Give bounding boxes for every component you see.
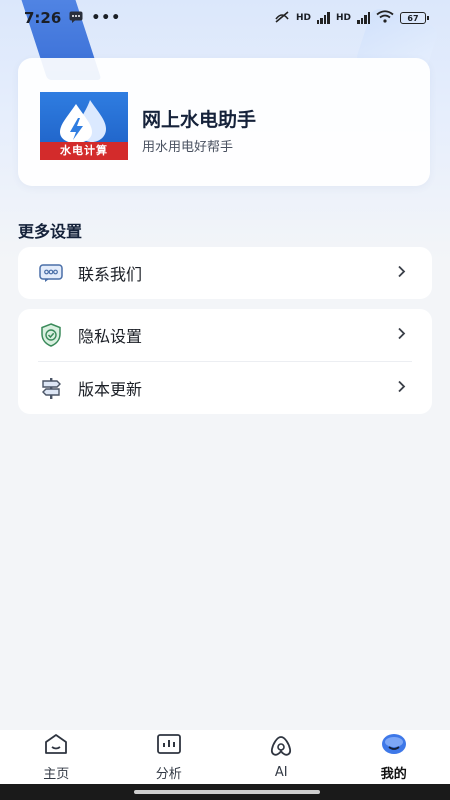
- version-update-label: 版本更新: [78, 380, 143, 399]
- section-title: 更多设置: [18, 218, 100, 245]
- privacy-settings-label: 隐私设置: [78, 327, 143, 346]
- status-bar: 7:26 ••• HD HD 67: [0, 0, 450, 36]
- chevron-right-icon: [397, 326, 406, 345]
- message-notification-icon: [69, 9, 83, 27]
- battery-icon: 67: [400, 12, 429, 24]
- tab-analysis-label: 分析: [155, 766, 182, 782]
- tab-mine-label: 我的: [380, 766, 407, 782]
- home-icon: [43, 733, 69, 759]
- contact-us-row[interactable]: 联系我们: [18, 247, 432, 299]
- wifi-icon: [376, 10, 394, 26]
- chart-icon: [156, 733, 182, 759]
- ai-icon: [268, 735, 294, 761]
- tab-ai-label: AI: [274, 764, 288, 780]
- privacy-settings-row[interactable]: 隐私设置: [18, 309, 432, 361]
- app-name: 网上水电助手: [142, 109, 257, 131]
- tab-mine[interactable]: 我的: [349, 733, 439, 782]
- hd-label-1: HD: [295, 13, 311, 23]
- profile-face-icon: [381, 733, 407, 759]
- cell-signal-2-icon: [357, 12, 370, 24]
- app-logo: 水电计算: [40, 92, 128, 160]
- chevron-right-icon: [397, 379, 406, 398]
- tab-home[interactable]: 主页: [11, 733, 101, 782]
- app-profile-card: 水电计算 网上水电助手 用水用电好帮手: [18, 58, 430, 186]
- cell-signal-icon: [316, 12, 330, 24]
- hd-label-2: HD: [335, 13, 351, 23]
- home-indicator[interactable]: [134, 790, 320, 794]
- tab-ai[interactable]: AI: [236, 735, 326, 780]
- mute-icon: [274, 10, 290, 26]
- settings-group-privacy-update: 隐私设置 版本更新: [18, 309, 432, 414]
- logo-text: 水电计算: [40, 142, 128, 160]
- chevron-right-icon: [397, 264, 406, 283]
- tab-home-label: 主页: [43, 766, 70, 782]
- app-slogan: 用水用电好帮手: [142, 140, 234, 155]
- battery-level: 67: [407, 13, 419, 23]
- more-notifications-icon: •••: [91, 10, 122, 26]
- signpost-icon: [38, 375, 64, 401]
- tab-analysis[interactable]: 分析: [124, 733, 214, 782]
- status-time: 7:26: [24, 9, 62, 27]
- water-drop-bolt-icon: [60, 100, 106, 143]
- chat-icon: [38, 260, 64, 286]
- settings-group-contact: 联系我们: [18, 247, 432, 299]
- bottom-tab-bar: 主页 分析 AI 我的: [0, 730, 450, 784]
- contact-us-label: 联系我们: [78, 265, 143, 284]
- shield-check-icon: [38, 322, 64, 348]
- version-update-row[interactable]: 版本更新: [18, 362, 432, 414]
